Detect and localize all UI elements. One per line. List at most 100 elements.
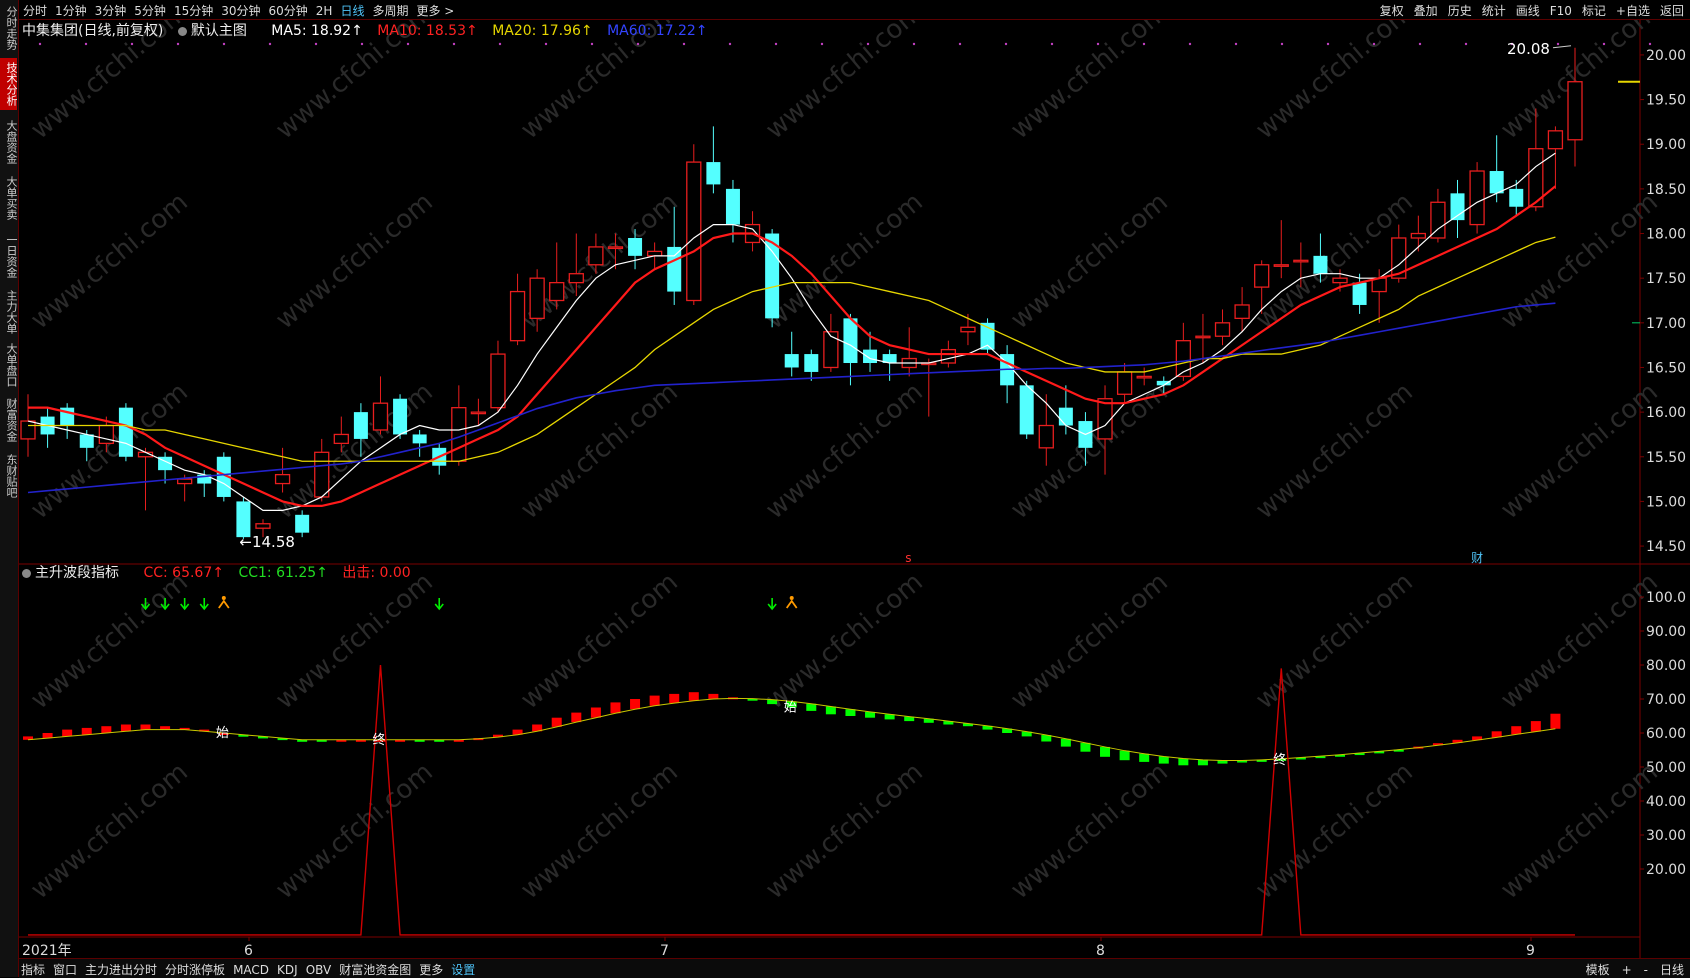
period-tab-5[interactable]: 30分钟 bbox=[221, 4, 260, 18]
left-tab-7[interactable]: 财富资金 bbox=[0, 392, 18, 448]
tool-3[interactable]: 统计 bbox=[1482, 4, 1506, 18]
candle-body bbox=[451, 407, 467, 462]
left-tab-3[interactable]: 大单买卖 bbox=[0, 172, 18, 224]
left-tab-bar: 分时走势技术分析大盘资金大单买卖一日资金主力大单大单盘口财富资金东财贴吧 bbox=[0, 0, 19, 977]
indicator-name[interactable]: 主升波段指标 bbox=[22, 565, 129, 581]
bottom-tab-6[interactable]: OBV bbox=[306, 963, 332, 977]
ma60-value: MA60: 17.22↑ bbox=[607, 23, 708, 39]
period-tab-6[interactable]: 60分钟 bbox=[269, 4, 308, 18]
indicator-settings-dot-icon[interactable] bbox=[22, 568, 31, 578]
top-dot-mark bbox=[1096, 42, 1100, 46]
bottom-right-1[interactable]: + bbox=[1622, 963, 1632, 977]
tool-4[interactable]: 画线 bbox=[1516, 4, 1540, 18]
candle-body bbox=[1254, 264, 1270, 288]
y-tick-label: 18.00 bbox=[1646, 227, 1686, 243]
watermark-text: www.cfchi.com bbox=[270, 757, 439, 905]
bottom-tab-8[interactable]: 更多 bbox=[419, 963, 443, 977]
tool-7[interactable]: +自选 bbox=[1616, 4, 1650, 18]
tool-6[interactable]: 标记 bbox=[1582, 4, 1606, 18]
watermark-text: www.cfchi.com bbox=[1495, 757, 1664, 905]
candle-body bbox=[1313, 255, 1328, 274]
stock-title[interactable]: 中集集团(日线,前复权) bbox=[22, 23, 163, 39]
candle-body bbox=[549, 281, 565, 302]
bottom-tab-9[interactable]: 设置 bbox=[451, 963, 475, 977]
bottom-tab-2[interactable]: 主力进出分时 bbox=[85, 963, 157, 977]
tool-1[interactable]: 叠加 bbox=[1414, 4, 1438, 18]
bottom-tab-7[interactable]: 财富池资金图 bbox=[339, 963, 411, 977]
tool-5[interactable]: F10 bbox=[1550, 4, 1572, 18]
period-tab-10[interactable]: 更多 > bbox=[416, 4, 454, 18]
top-dot-mark bbox=[1556, 42, 1560, 46]
ind-y-tick-label: 70.00 bbox=[1646, 692, 1686, 708]
candle-body bbox=[843, 318, 858, 364]
candle-body bbox=[412, 434, 427, 444]
period-tab-7[interactable]: 2H bbox=[316, 4, 333, 18]
settings-dot-icon[interactable] bbox=[177, 26, 187, 36]
period-tab-8[interactable]: 日线 bbox=[340, 4, 364, 18]
watermark-text: www.cfchi.com bbox=[25, 757, 194, 905]
y-tick-label: 19.00 bbox=[1646, 137, 1686, 153]
chart-canvas[interactable]: www.cfchi.com www.cfchi.com www.cfchi.com w… bbox=[0, 0, 1690, 977]
indicator-bar bbox=[708, 693, 719, 699]
watermark-text: www.cfchi.com bbox=[1250, 377, 1419, 525]
period-tab-3[interactable]: 5分钟 bbox=[134, 4, 166, 18]
period-tab-2[interactable]: 3分钟 bbox=[95, 4, 127, 18]
left-tab-8[interactable]: 东财贴吧 bbox=[0, 452, 18, 500]
left-tab-1[interactable]: 技术分析 bbox=[0, 58, 18, 110]
tool-2[interactable]: 历史 bbox=[1448, 4, 1472, 18]
x-axis-label: 6 bbox=[244, 943, 253, 959]
top-dot-mark bbox=[1004, 42, 1008, 46]
left-tab-0[interactable]: 分时走势 bbox=[0, 2, 18, 54]
top-dot-mark bbox=[590, 42, 594, 46]
bottom-right-2[interactable]: - bbox=[1644, 963, 1648, 977]
top-dot-mark bbox=[1648, 42, 1652, 46]
main-chart-label[interactable]: 默认主图 bbox=[177, 23, 257, 39]
ma10-value: MA10: 18.53↑ bbox=[377, 23, 478, 39]
top-dot-mark bbox=[544, 42, 548, 46]
indicator-bar bbox=[806, 703, 817, 711]
watermark-text: www.cfchi.com bbox=[270, 377, 439, 525]
top-dot-mark bbox=[1234, 42, 1238, 46]
ma5-value: MA5: 18.92↑ bbox=[271, 23, 363, 39]
candle-body bbox=[1116, 371, 1133, 395]
exit-line bbox=[28, 664, 1575, 936]
top-dot-mark bbox=[84, 42, 88, 46]
candle-body bbox=[333, 433, 349, 445]
bottom-right-3[interactable]: 日线 bbox=[1660, 963, 1684, 977]
candle-body bbox=[1332, 277, 1348, 284]
candle-body bbox=[1019, 385, 1034, 435]
indicator-bar bbox=[825, 706, 836, 715]
top-dot-mark bbox=[130, 42, 134, 46]
candle-body bbox=[118, 407, 133, 457]
top-dot-mark bbox=[636, 42, 640, 46]
bottom-right-0[interactable]: 模板 bbox=[1586, 963, 1610, 977]
watermark-text: www.cfchi.com bbox=[1250, 0, 1419, 145]
period-toolbar: 分时 1分钟 3分钟 5分钟 15分钟 30分钟 60分钟 2H 日线 多周期 更多 > 复权 叠加历… bbox=[19, 0, 1690, 20]
left-tab-5[interactable]: 主力大单 bbox=[0, 286, 18, 338]
tool-8[interactable]: 返回 bbox=[1660, 4, 1684, 18]
indicator-info-bar: 主升波段指标 CC: 65.67↑ CC1: 61.25↑ 出击: 0.00 bbox=[22, 562, 421, 582]
tool-0[interactable]: 复权 bbox=[1380, 4, 1404, 18]
left-tab-4[interactable]: 一日资金 bbox=[0, 230, 18, 282]
top-dot-mark bbox=[1602, 42, 1606, 46]
indicator-bar bbox=[1197, 759, 1208, 766]
top-dot-mark bbox=[498, 42, 502, 46]
bottom-tab-0[interactable]: 指标 bbox=[21, 963, 45, 977]
candle-body bbox=[1509, 188, 1524, 207]
left-tab-2[interactable]: 大盘资金 bbox=[0, 116, 18, 168]
period-tab-0[interactable]: 分时 bbox=[23, 4, 47, 18]
bottom-tab-5[interactable]: KDJ bbox=[277, 963, 298, 977]
bottom-tab-4[interactable]: MACD bbox=[233, 963, 269, 977]
left-tab-6[interactable]: 大单盘口 bbox=[0, 342, 18, 388]
top-dot-mark bbox=[774, 42, 778, 46]
candle-body bbox=[823, 331, 839, 369]
y-tick-label: 17.50 bbox=[1646, 271, 1686, 287]
bottom-tab-3[interactable]: 分时涨停板 bbox=[165, 963, 225, 977]
watermark-text: www.cfchi.com bbox=[270, 567, 439, 715]
period-tab-9[interactable]: 多周期 bbox=[372, 4, 408, 18]
marker-cai: 财 bbox=[1471, 551, 1483, 565]
bottom-tab-1[interactable]: 窗口 bbox=[53, 963, 77, 977]
period-tab-4[interactable]: 15分钟 bbox=[174, 4, 213, 18]
period-tab-1[interactable]: 1分钟 bbox=[55, 4, 87, 18]
indicator-bar bbox=[610, 702, 621, 714]
